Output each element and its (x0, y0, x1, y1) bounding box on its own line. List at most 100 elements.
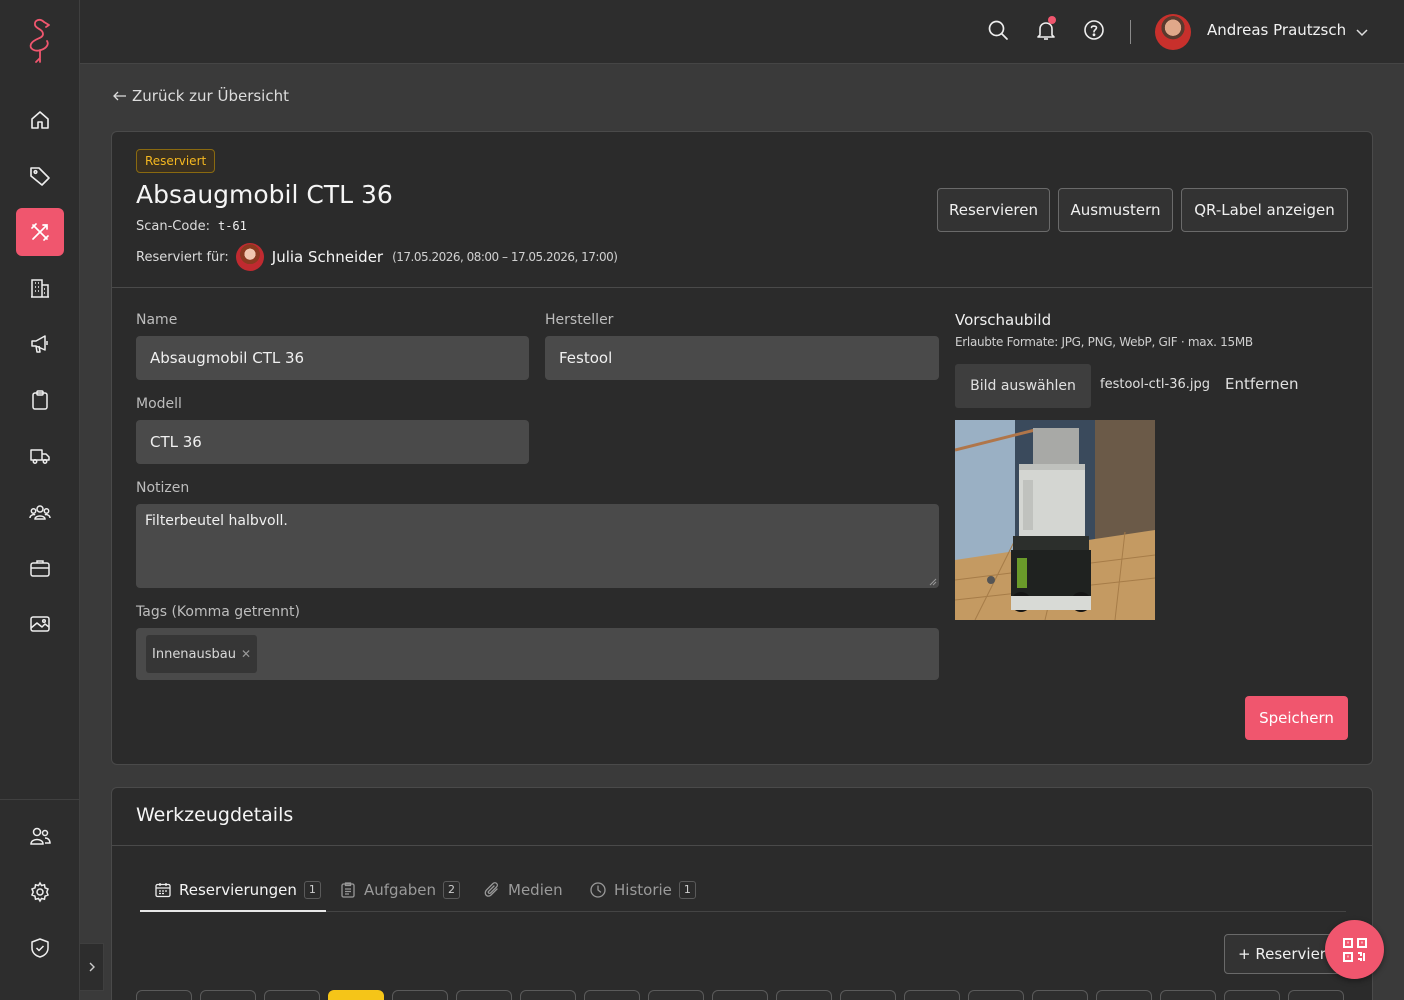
calendar-day[interactable] (584, 990, 640, 1000)
scan-code-label: Scan-Code: (136, 219, 210, 234)
retire-button[interactable]: Ausmustern (1058, 188, 1173, 232)
arrow-left-icon (113, 91, 126, 101)
topbar-divider (1130, 20, 1131, 44)
calendar-day-today[interactable] (328, 990, 384, 1000)
users-icon (30, 827, 51, 845)
sidebar-item-clipboard[interactable] (16, 376, 64, 424)
calendar-day[interactable] (1160, 990, 1216, 1000)
chevron-down-icon[interactable] (1354, 24, 1370, 40)
model-field[interactable]: CTL 36 (136, 420, 529, 464)
calendar-day[interactable] (200, 990, 256, 1000)
reserved-user-avatar (235, 243, 264, 271)
home-icon (31, 111, 49, 129)
calendar-day[interactable] (968, 990, 1024, 1000)
calendar-day[interactable] (392, 990, 448, 1000)
remove-tag-icon[interactable]: ✕ (241, 647, 251, 661)
truck-icon (30, 449, 50, 464)
tag-label: Innenausbau (152, 646, 236, 662)
chevron-right-icon (89, 962, 95, 972)
sidebar-item-vehicles[interactable] (16, 432, 64, 480)
image-icon (30, 616, 50, 632)
sidebar-item-tags[interactable] (16, 152, 64, 200)
building-icon (31, 279, 49, 298)
qr-label-button[interactable]: QR-Label anzeigen (1181, 188, 1348, 232)
sidebar-item-settings[interactable] (16, 868, 64, 916)
calendar-day[interactable] (1224, 990, 1280, 1000)
qr-code-icon (1342, 937, 1367, 962)
calendar-day[interactable] (1288, 990, 1344, 1000)
resize-grip-icon[interactable] (929, 578, 937, 586)
calendar-day[interactable] (1096, 990, 1152, 1000)
tool-header: Reserviert Absaugmobil CTL 36 Scan-Code:… (112, 132, 1372, 288)
sidebar-item-teams[interactable] (16, 488, 64, 536)
tab-reservations-count: 1 (303, 881, 321, 899)
reservation-row: Reserviert für: Julia Schneider (17.05.2… (136, 243, 618, 271)
flamingo-logo[interactable] (22, 14, 58, 66)
tab-tasks[interactable]: Aufgaben 2 (339, 881, 461, 899)
tags-label: Tags (Komma getrennt) (136, 604, 301, 620)
sidebar-item-marketing[interactable] (16, 320, 64, 368)
calendar-day[interactable] (520, 990, 576, 1000)
name-label: Name (136, 312, 178, 328)
tag-chip: Innenausbau ✕ (146, 635, 258, 673)
user-avatar[interactable] (1155, 14, 1191, 50)
status-badge: Reserviert (136, 149, 216, 173)
tab-reservations[interactable]: Reservierungen 1 (154, 881, 321, 899)
tab-history-count: 1 (678, 881, 696, 899)
reservation-period: (17.05.2026, 08:00 – 17.05.2026, 17:00) (392, 250, 618, 264)
details-title: Werkzeugdetails (136, 804, 294, 826)
tab-history[interactable]: Historie 1 (589, 881, 696, 899)
sidebar-item-home[interactable] (16, 96, 64, 144)
back-link[interactable]: Zurück zur Übersicht (112, 87, 289, 105)
calendar-day[interactable] (776, 990, 832, 1000)
calendar-day[interactable] (712, 990, 768, 1000)
sidebar-item-projects[interactable] (16, 544, 64, 592)
notes-text: Filterbeutel halbvoll. (145, 513, 288, 529)
calendar-day[interactable] (648, 990, 704, 1000)
tools-icon (31, 223, 49, 241)
sidebar-item-users[interactable] (16, 812, 64, 860)
manufacturer-field[interactable]: Festool (545, 336, 939, 380)
page-title: Absaugmobil CTL 36 (136, 180, 393, 209)
sidebar-item-security[interactable] (16, 924, 64, 972)
tool-details-card: Werkzeugdetails Reservierungen 1 Aufgabe… (111, 787, 1373, 1000)
notes-field[interactable]: Filterbeutel halbvoll. (136, 504, 939, 588)
shield-check-icon (31, 938, 49, 958)
remove-image-button[interactable]: Entfernen (1225, 375, 1299, 393)
calendar-day[interactable] (840, 990, 896, 1000)
tab-media[interactable]: Medien (483, 881, 563, 899)
calendar-icon (155, 883, 171, 898)
calendar-day[interactable] (136, 990, 192, 1000)
preview-title: Vorschaubild (955, 311, 1052, 329)
topbar (80, 0, 1404, 64)
name-field[interactable]: Absaugmobil CTL 36 (136, 336, 529, 380)
active-tab-indicator (140, 910, 326, 912)
calendar-day[interactable] (904, 990, 960, 1000)
reserved-for-label: Reserviert für: (136, 249, 229, 265)
briefcase-icon (30, 560, 50, 577)
help-icon[interactable] (1082, 18, 1106, 42)
clipboard-icon (32, 390, 48, 410)
megaphone-icon (31, 335, 48, 353)
manufacturer-label: Hersteller (545, 312, 614, 328)
search-icon[interactable] (986, 18, 1010, 42)
tags-input[interactable]: Innenausbau ✕ (136, 628, 939, 680)
file-name: festool-ctl-36.jpg (1100, 377, 1210, 392)
user-name[interactable]: Andreas Prautzsch (1207, 21, 1346, 39)
sidebar-item-buildings[interactable] (16, 264, 64, 312)
settings-icon (31, 881, 49, 903)
reserve-button[interactable]: Reservieren (937, 188, 1050, 232)
save-button[interactable]: Speichern (1245, 696, 1348, 740)
model-label: Modell (136, 396, 182, 412)
sidebar-expand-button[interactable] (80, 943, 104, 991)
tab-media-label: Medien (508, 881, 563, 899)
choose-image-button[interactable]: Bild auswählen (955, 364, 1091, 408)
details-divider (112, 845, 1372, 846)
sidebar-item-tools[interactable] (16, 208, 64, 256)
qr-scan-button[interactable] (1325, 920, 1384, 979)
calendar-day[interactable] (456, 990, 512, 1000)
calendar-day[interactable] (264, 990, 320, 1000)
sidebar-item-media[interactable] (16, 600, 64, 648)
tasks-icon (341, 882, 355, 898)
calendar-day[interactable] (1032, 990, 1088, 1000)
